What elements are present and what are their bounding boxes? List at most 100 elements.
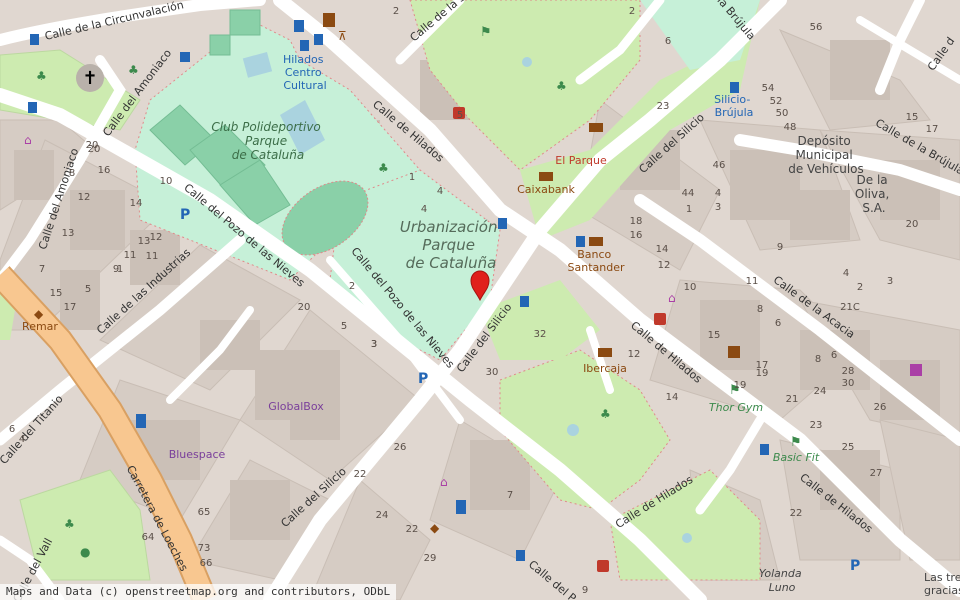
club-line-1: Club Polideportivo: [211, 120, 320, 134]
house-number: 15: [906, 112, 919, 123]
deloliva-line-2: Oliva,: [855, 187, 889, 201]
house-number: 19: [756, 368, 769, 379]
house-number: 23: [810, 420, 823, 431]
house-number: 24: [376, 510, 389, 521]
playground-icon-2[interactable]: ♣: [128, 63, 139, 77]
house-number: 48: [784, 122, 797, 133]
house-number: 8: [757, 304, 763, 315]
house-number: 14: [666, 392, 679, 403]
shop-icon[interactable]: ⌂: [24, 133, 32, 147]
house-number: 13: [138, 236, 151, 247]
playground-icon-6[interactable]: ♣: [64, 517, 75, 531]
bus-stop-icon-10[interactable]: [314, 34, 323, 45]
house-number: 11: [124, 250, 137, 261]
house-number: 24: [814, 386, 827, 397]
house-number: 3: [887, 276, 893, 287]
house-number: 5: [85, 284, 91, 295]
poi-basic-fit[interactable]: Basic Fit: [773, 451, 820, 464]
playground-icon-5[interactable]: ♣: [600, 407, 611, 421]
bus-stop-icon-7[interactable]: [30, 34, 39, 45]
charging-icon[interactable]: [294, 20, 304, 32]
bank-icon-3[interactable]: [589, 237, 603, 246]
picnic-icon[interactable]: ⊼: [338, 29, 347, 43]
poi-thor-gym[interactable]: Thor Gym: [709, 401, 763, 414]
poi-las-tres[interactable]: Las tres gracias: [924, 571, 960, 597]
office-icon[interactable]: [728, 346, 740, 358]
bus-stop-icon-6[interactable]: [730, 82, 739, 93]
playground-icon-3[interactable]: ♣: [378, 161, 389, 175]
church-cross-icon[interactable]: ✝: [82, 68, 97, 89]
urbanizacion-line-2: Parque: [422, 236, 475, 254]
fitness-icon[interactable]: ⚑: [480, 25, 492, 40]
poi-caixabank[interactable]: Caixabank: [517, 183, 575, 196]
poi-sb-line-2: Brújula: [715, 106, 754, 119]
playground-icon-4[interactable]: ♣: [556, 79, 567, 93]
poi-bluespace[interactable]: Bluespace: [169, 448, 226, 461]
taxi-icon[interactable]: [180, 52, 190, 62]
house-number: 25: [842, 442, 855, 453]
shop-icon-2[interactable]: ⌂: [668, 291, 676, 305]
bus-stop-icon[interactable]: [498, 218, 507, 229]
playground-icon[interactable]: ♣: [36, 69, 47, 83]
house-number: 7: [507, 490, 513, 501]
house-number: 22: [354, 469, 367, 480]
poi-hilados-centro-cultural[interactable]: Hilados Centro Cultural: [283, 53, 327, 92]
house-number: 65: [198, 507, 211, 518]
house-number: 6: [831, 350, 837, 361]
house-number: 17: [926, 124, 939, 135]
parking-icon-3[interactable]: P: [850, 558, 860, 574]
house-number: 2: [393, 6, 399, 17]
pharmacy-icon-2[interactable]: [654, 313, 666, 325]
dog-park-icon[interactable]: ●: [80, 545, 90, 559]
house-number: 26: [394, 442, 407, 453]
house-number: 3: [715, 202, 721, 213]
bank-icon-2[interactable]: [539, 172, 553, 181]
shop-icon-3[interactable]: ⌂: [440, 475, 448, 489]
house-number: 4: [437, 186, 443, 197]
bus-stop-icon-8[interactable]: [28, 102, 37, 113]
fuel-icon[interactable]: [136, 414, 146, 428]
house-number: 3: [371, 339, 377, 350]
parking-icon-2[interactable]: P: [418, 371, 428, 387]
gift-shop-icon[interactable]: [910, 364, 922, 376]
map-viewport[interactable]: Club Polideportivo Parque de Cataluña Ur…: [0, 0, 960, 600]
poi-yl-line-1: Yolanda: [759, 567, 802, 580]
bus-stop-icon-2[interactable]: [520, 296, 529, 307]
house-number: 21C: [840, 302, 860, 313]
bank-icon[interactable]: [589, 123, 603, 132]
house-number: 11: [746, 276, 759, 287]
library-icon[interactable]: [323, 13, 335, 27]
deloliva-line-3: S.A.: [862, 201, 885, 215]
poi-hcc-line-3: Cultural: [283, 79, 326, 92]
house-number: 50: [776, 108, 789, 119]
bank-icon-4[interactable]: [598, 348, 612, 357]
house-number: 10: [684, 282, 697, 293]
house-number: 1: [409, 172, 415, 183]
deposito-line-3: de Vehículos: [788, 162, 864, 176]
fitness-icon-3[interactable]: ⚑: [790, 435, 802, 450]
bus-stop-icon-9[interactable]: [300, 40, 309, 51]
parking-icon[interactable]: P: [180, 207, 190, 223]
house-number: 6: [775, 318, 781, 329]
poi-lt-line-1: Las tres: [924, 571, 960, 584]
bus-stop-icon-4[interactable]: [516, 550, 525, 561]
bus-stop-icon-3[interactable]: [576, 236, 585, 247]
pharmacy-icon-3[interactable]: [597, 560, 609, 572]
house-number: 2: [349, 281, 355, 292]
house-number: 15: [708, 330, 721, 341]
house-number: 1: [686, 204, 692, 215]
house-number: 10: [160, 176, 173, 187]
poi-el-parque[interactable]: El Parque: [555, 154, 607, 167]
poi-remar[interactable]: Remar: [22, 320, 58, 333]
poi-ibercaja[interactable]: Ibercaja: [583, 362, 627, 375]
car-repair-icon[interactable]: ◆: [430, 521, 440, 535]
bus-stop-icon-5[interactable]: [760, 444, 769, 455]
house-number: 20: [86, 140, 99, 151]
house-number: 26: [874, 402, 887, 413]
second-hand-icon[interactable]: ◆: [34, 307, 44, 321]
fuel-icon-2[interactable]: [456, 500, 466, 514]
house-number: 23: [657, 101, 670, 112]
poi-silicio-brujula[interactable]: Silicio- Brújula: [714, 93, 754, 119]
poi-globalbox[interactable]: GlobalBox: [268, 400, 324, 413]
house-number: 9: [113, 264, 119, 275]
